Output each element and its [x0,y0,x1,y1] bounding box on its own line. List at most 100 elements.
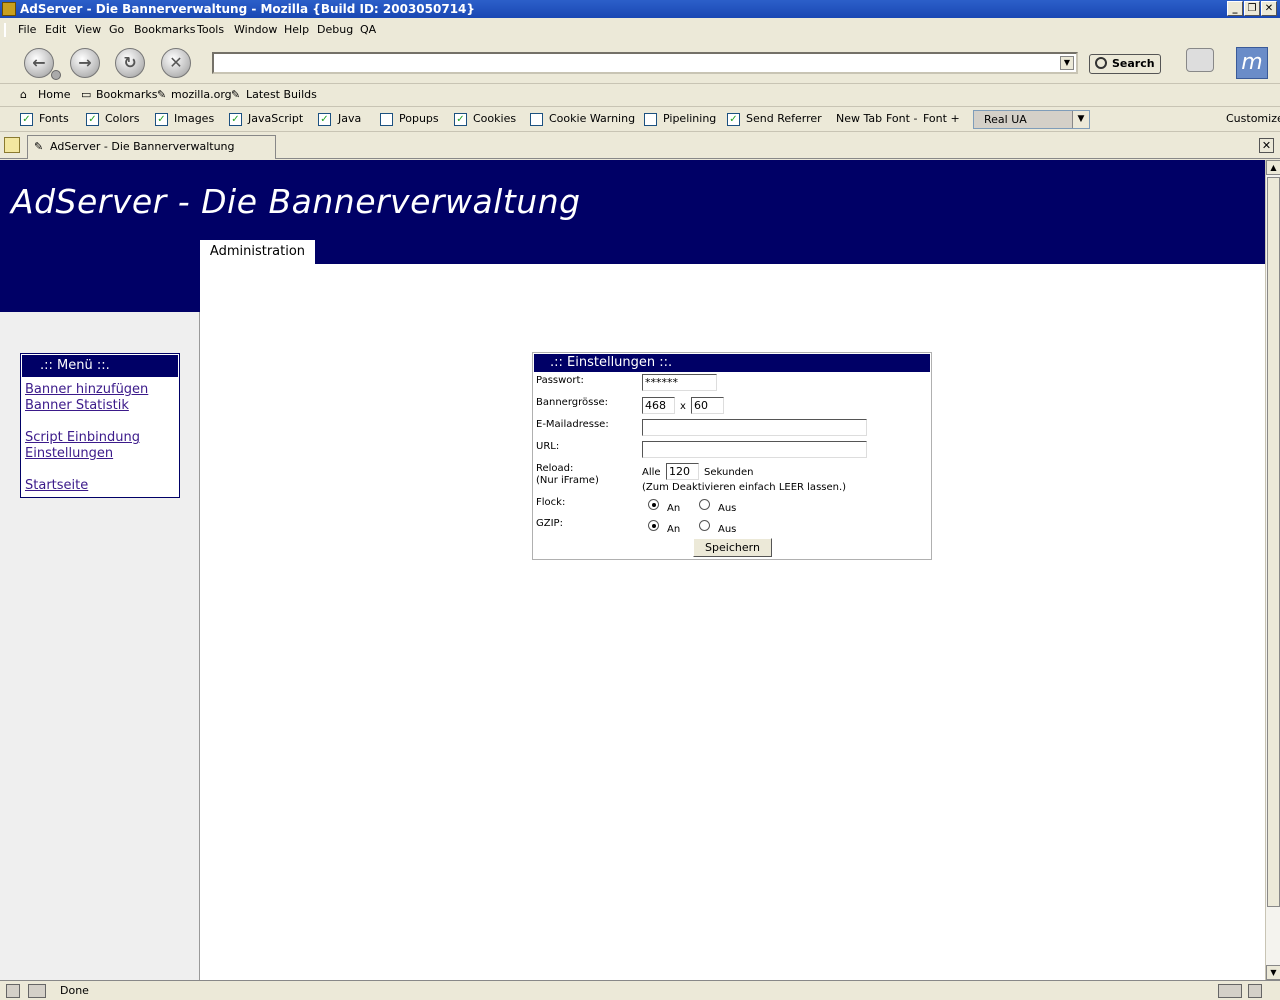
send-referrer-checkbox[interactable]: ✓ [727,113,740,126]
popups-label: Popups [399,112,439,125]
maximize-button[interactable]: ❐ [1244,1,1260,16]
java-checkbox[interactable]: ✓ [318,113,331,126]
scrollbar-thumb[interactable] [1267,177,1280,907]
menu-edit[interactable]: Edit [45,23,66,36]
passwort-input[interactable]: ****** [642,374,717,391]
user-agent-select[interactable]: Real UA ▼ [973,110,1090,129]
fonts-checkbox[interactable]: ✓ [20,113,33,126]
fonts-label: Fonts [39,112,69,125]
customize-button[interactable]: Customize [1226,112,1280,125]
offline-icon[interactable] [1218,984,1242,998]
cookie-warning-label: Cookie Warning [549,112,636,125]
stop-button[interactable]: ✕ [161,48,191,78]
page-icon: ✎ [34,140,44,153]
close-tab-icon[interactable]: ✕ [1259,138,1274,153]
pipelining-label: Pipelining [663,112,717,125]
tab-adserver[interactable]: ✎ AdServer - Die Bannerverwaltung [27,135,276,159]
size-separator: x [680,401,686,412]
menu-window[interactable]: Window [234,23,277,36]
flock-aus-radio[interactable] [699,499,710,510]
home-icon: ⌂ [20,88,27,101]
back-history-dropdown[interactable] [51,70,61,80]
menu-bar: File Edit View Go Bookmarks Tools Window… [0,20,1280,40]
search-button-label: Search [1112,57,1155,70]
security-lock-icon[interactable] [1248,984,1262,998]
cookie-warning-checkbox[interactable] [530,113,543,126]
passwort-label: Passwort: [536,375,584,386]
menu-qa[interactable]: QA [360,23,376,36]
banner-height-input[interactable]: 60 [691,397,724,414]
font-plus-button[interactable]: Font + [923,112,960,125]
javascript-label: JavaScript [248,112,304,125]
flock-an-radio[interactable] [648,499,659,510]
menu-go[interactable]: Go [109,23,124,36]
mozilla-org-link[interactable]: mozilla.org [171,88,232,101]
scroll-down-icon[interactable]: ▼ [1266,965,1280,980]
font-minus-button[interactable]: Font - [886,112,917,125]
new-tab-icon[interactable] [4,137,20,153]
gzip-aus-radio[interactable] [699,520,710,531]
url-dropdown-icon[interactable]: ▼ [1060,56,1074,70]
popups-checkbox[interactable] [380,113,393,126]
bookmarks-button[interactable]: Bookmarks [96,88,157,101]
vertical-scrollbar[interactable]: ▲ ▼ [1265,160,1280,980]
reload-button[interactable]: ↻ [115,48,145,78]
new-tab-button[interactable]: New Tab [836,112,882,125]
javascript-checkbox[interactable]: ✓ [229,113,242,126]
mail-icon[interactable] [28,984,46,998]
menu-tools[interactable]: Tools [197,23,224,36]
chevron-down-icon[interactable]: ▼ [1072,111,1089,128]
pref-toolbar: ✓ Fonts ✓ Colors ✓ Images ✓ JavaScript ✓… [0,108,1280,132]
images-label: Images [174,112,215,125]
bookmark-link-icon: ✎ [157,88,167,101]
back-button[interactable]: ← [24,48,54,78]
menu-bookmarks[interactable]: Bookmarks [134,23,195,36]
print-icon[interactable] [1186,48,1214,72]
menu-help[interactable]: Help [284,23,309,36]
folder-icon: ▭ [81,88,92,101]
reload-seconds-input[interactable]: 120 [666,463,699,480]
back-arrow-icon: ← [32,53,46,72]
sidebar-item-script-einbindung[interactable]: Script Einbindung [25,430,140,445]
url-input[interactable]: ▼ [212,52,1078,74]
reload-sublabel: (Nur iFrame) [536,475,599,486]
home-button[interactable]: Home [38,88,70,101]
banner-width-input[interactable]: 468 [642,397,675,414]
images-checkbox[interactable]: ✓ [155,113,168,126]
sidebar-item-startseite[interactable]: Startseite [25,478,88,493]
sidebar-menu: .:: Menü ::. Banner hinzufügen Banner St… [20,353,180,498]
menu-view[interactable]: View [75,23,101,36]
menu-debug[interactable]: Debug [317,23,353,36]
navigator-icon[interactable] [6,984,20,998]
latest-builds-link[interactable]: Latest Builds [246,88,317,101]
status-text: Done [60,984,89,997]
cookies-checkbox[interactable]: ✓ [454,113,467,126]
sidebar-item-banner-statistik[interactable]: Banner Statistik [25,398,129,413]
settings-form: .:: Einstellungen ::. Passwort: ****** B… [532,352,932,560]
status-bar: Done [0,980,1280,1000]
sidebar-header-block [0,264,200,312]
menu-file[interactable]: File [18,23,36,36]
stop-x-icon: ✕ [169,53,183,72]
close-window-button[interactable]: ✕ [1261,1,1277,16]
page-content: AdServer - Die Bannerverwaltung Administ… [0,160,1265,980]
url-field[interactable] [642,441,867,458]
forward-button[interactable]: → [70,48,100,78]
flock-label: Flock: [536,497,566,508]
colors-checkbox[interactable]: ✓ [86,113,99,126]
save-button[interactable]: Speichern [693,538,772,557]
flock-an-label: An [667,503,681,514]
sidebar-item-banner-hinzufuegen[interactable]: Banner hinzufügen [25,382,148,397]
tab-administration[interactable]: Administration [200,240,315,264]
mozilla-throbber-icon[interactable]: m [1236,47,1268,79]
toolbar-grip[interactable] [4,23,10,37]
pipelining-checkbox[interactable] [644,113,657,126]
minimize-button[interactable]: _ [1227,1,1243,16]
sidebar-item-einstellungen[interactable]: Einstellungen [25,446,113,461]
scroll-up-icon[interactable]: ▲ [1266,160,1280,175]
alle-text: Alle [642,467,661,478]
email-field[interactable] [642,419,867,436]
search-button[interactable]: Search [1089,54,1161,74]
gzip-an-radio[interactable] [648,520,659,531]
navigation-toolbar: ← → ↻ ✕ ▼ Search m [0,42,1280,84]
